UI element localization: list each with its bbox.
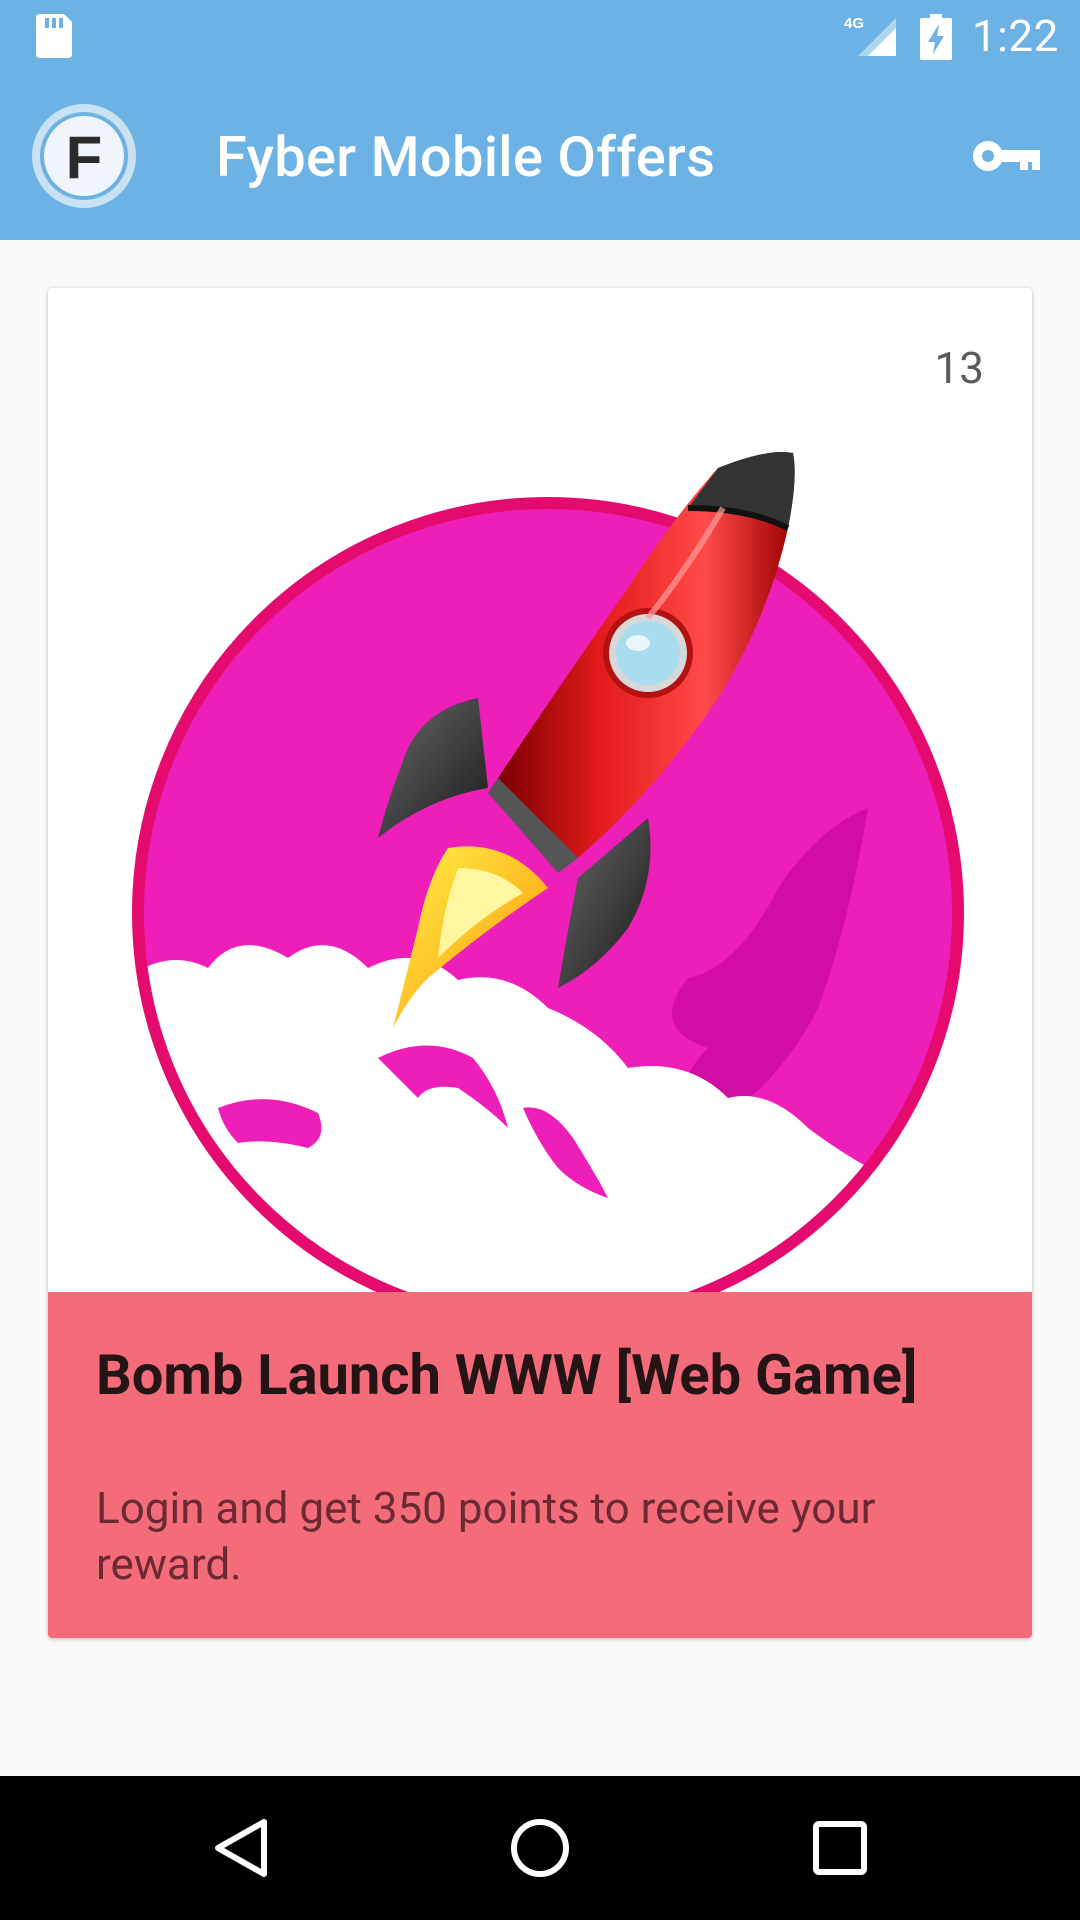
sd-card-icon (36, 14, 72, 58)
status-time: 1:22 (972, 10, 1059, 62)
rocket-launch-icon (132, 452, 964, 1298)
network-type-label: 4G (844, 15, 864, 32)
offer-description: Login and get 350 points to receive your… (96, 1482, 876, 1590)
navigation-bar (0, 1776, 1080, 1920)
recents-icon[interactable] (800, 1808, 880, 1888)
offer-card[interactable]: 13 Bomb Launch WWW [Web Game] Login and … (48, 288, 1032, 1638)
back-icon[interactable] (200, 1808, 280, 1888)
signal-icon: 4G (844, 15, 896, 56)
fyber-logo-icon[interactable]: F (30, 102, 138, 210)
home-icon[interactable] (500, 1808, 580, 1888)
app-bar: F Fyber Mobile Offers (0, 72, 1080, 240)
offer-title: Bomb Launch WWW [Web Game] (96, 1342, 918, 1408)
status-bar: 4G 1:22 (0, 0, 1080, 72)
app-title: Fyber Mobile Offers (216, 124, 716, 190)
battery-charging-icon (920, 14, 952, 60)
offer-info: Bomb Launch WWW [Web Game] Login and get… (48, 1292, 1032, 1638)
key-icon[interactable] (970, 128, 1042, 184)
logo-letter: F (66, 124, 103, 191)
